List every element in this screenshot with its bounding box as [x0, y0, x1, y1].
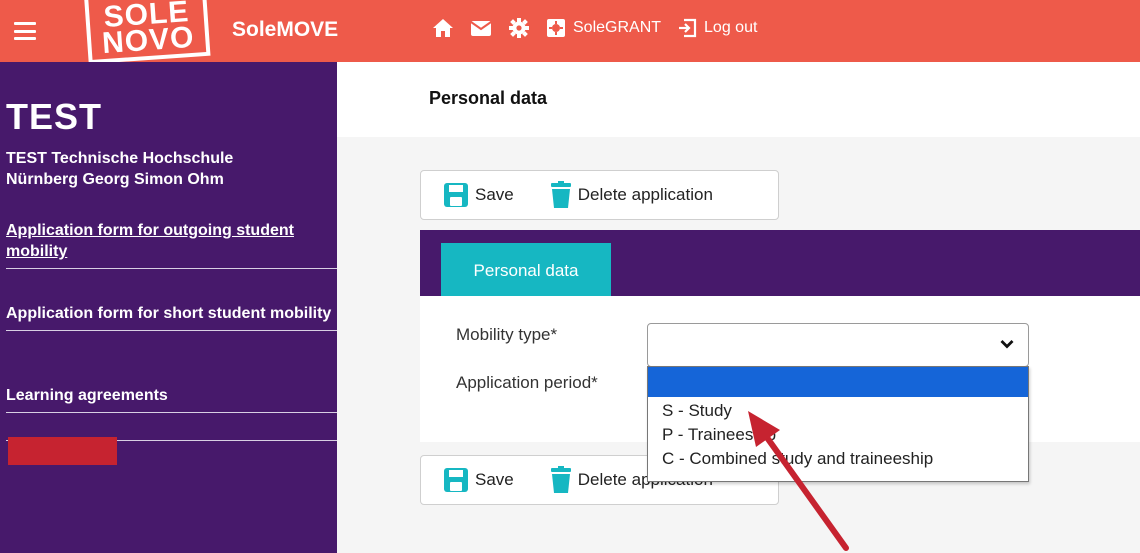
dropdown-option-combined[interactable]: C - Combined study and traineeship	[648, 447, 1028, 471]
sidebar-title: TEST	[6, 96, 103, 137]
chevron-down-icon	[1000, 340, 1014, 349]
home-icon[interactable]	[432, 18, 454, 38]
solegrant-label: SoleGRANT	[573, 19, 662, 36]
delete-application-button[interactable]: Delete application	[550, 181, 713, 209]
application-period-label: Application period*	[456, 373, 598, 392]
app-title[interactable]: SoleMOVE	[232, 18, 338, 42]
page-header: Personal data	[337, 62, 1140, 137]
mobility-type-select[interactable]	[647, 323, 1029, 367]
save-icon	[444, 183, 468, 207]
solenovo-logo[interactable]: SOLE NOVO	[83, 0, 211, 65]
save-label: Save	[475, 185, 514, 204]
top-nav: SoleGRANT Log out	[432, 14, 773, 42]
redaction-bar	[8, 437, 117, 465]
mobility-type-label: Mobility type*	[456, 325, 558, 344]
logout-link[interactable]: Log out	[677, 18, 757, 38]
dropdown-option-traineeship[interactable]: P - Traineeship	[648, 423, 1028, 447]
save-icon	[444, 468, 468, 492]
mobility-type-dropdown: S - Study P - Traineeship C - Combined s…	[647, 366, 1029, 482]
page-title: Personal data	[429, 88, 548, 108]
sidebar-item-outgoing-mobility[interactable]: Application form for outgoing student mo…	[6, 220, 337, 269]
top-bar: SOLE NOVO SoleMOVE SoleGRANT Log out	[0, 0, 1140, 65]
sidebar-item-short-mobility[interactable]: Application form for short student mobil…	[6, 303, 337, 331]
sidebar: TEST TEST Technische Hochschule Nürnberg…	[0, 62, 337, 553]
delete-label: Delete application	[577, 185, 713, 204]
logout-icon	[679, 18, 697, 38]
mail-icon[interactable]	[470, 20, 492, 37]
hamburger-menu-icon[interactable]	[14, 22, 36, 40]
dropdown-option-empty[interactable]	[648, 367, 1028, 397]
logout-label: Log out	[704, 19, 758, 36]
trash-icon	[550, 466, 571, 493]
gear-icon[interactable]	[508, 17, 530, 39]
tab-personal-data[interactable]: Personal data	[441, 243, 611, 299]
save-button-bottom[interactable]: Save	[443, 467, 514, 493]
institution-name: TEST Technische Hochschule Nürnberg Geor…	[6, 150, 234, 188]
grant-icon	[547, 19, 565, 37]
save-button[interactable]: Save	[443, 182, 514, 208]
solegrant-link[interactable]: SoleGRANT	[546, 18, 661, 38]
trash-icon	[550, 181, 571, 208]
dropdown-option-study[interactable]: S - Study	[648, 399, 1028, 423]
save-label-bottom: Save	[475, 470, 514, 489]
sidebar-item-learning-agreements[interactable]: Learning agreements	[6, 385, 337, 413]
top-toolbar: Save Delete application	[420, 170, 779, 220]
